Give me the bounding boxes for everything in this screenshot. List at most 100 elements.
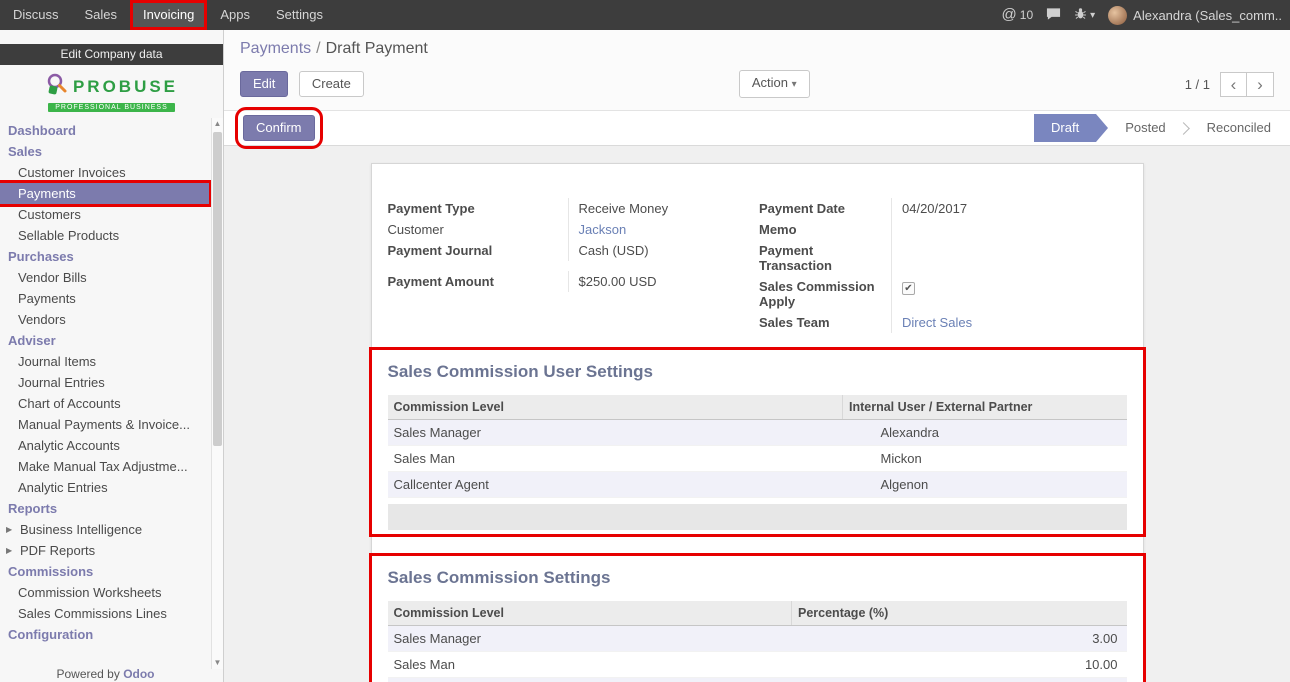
topbar-menu-apps[interactable]: Apps [207, 0, 263, 30]
sidebar-scrollbar[interactable]: ▲ ▼ [211, 118, 223, 669]
sidebar-item-sales-commissions-lines[interactable]: Sales Commissions Lines [0, 603, 223, 624]
scroll-down-icon[interactable]: ▼ [212, 657, 223, 669]
form-sheet: Payment TypeReceive MoneyCustomerJackson… [371, 163, 1144, 682]
field-row-payment-amount: Payment Amount$250.00 USD [388, 271, 758, 292]
sidebar-item-vendor-bills[interactable]: Vendor Bills [0, 267, 223, 288]
sidebar-item-label: Customer Invoices [18, 165, 126, 180]
caret-down-icon: ▾ [1090, 10, 1095, 21]
topbar-menu-invoicing[interactable]: Invoicing [130, 0, 207, 30]
form-right-group: Payment Date04/20/2017MemoPayment Transa… [757, 198, 1127, 333]
sidebar-item-chart-of-accounts[interactable]: Chart of Accounts [0, 393, 223, 414]
edit-button[interactable]: Edit [240, 71, 288, 97]
field-value-sales-commission-apply: ✔ [891, 276, 1127, 312]
sidebar-item-label: Payments [18, 291, 76, 306]
action-dropdown-button[interactable]: Action ▾ [739, 70, 810, 98]
topbar-menu-sales[interactable]: Sales [72, 0, 131, 30]
sidebar-item-label: Sales Commissions Lines [18, 606, 167, 621]
table-row[interactable]: Sales Manager3.00 [388, 626, 1127, 652]
edit-company-data-button[interactable]: Edit Company data [0, 44, 223, 65]
breadcrumb-separator: / [316, 40, 320, 57]
debug-menu-button[interactable]: ▾ [1074, 7, 1095, 23]
sidebar-item-label: Vendors [18, 312, 66, 327]
control-panel: Payments/Draft Payment Edit Create Actio… [224, 30, 1290, 111]
table-row[interactable]: Callcenter AgentAlgenon [388, 472, 1127, 498]
sidebar-item-commission-worksheets[interactable]: Commission Worksheets [0, 582, 223, 603]
cell: 7.00 [792, 678, 1127, 682]
sidebar-header-commissions: Commissions [0, 561, 223, 582]
sidebar-item-customer-invoices[interactable]: Customer Invoices [0, 162, 223, 183]
field-label-payment-journal: Payment Journal [388, 240, 568, 261]
table-row[interactable]: Sales Man10.00 [388, 652, 1127, 678]
commission-user-settings-table: Commission LevelInternal User / External… [388, 395, 1127, 498]
section-title-user-settings: Sales Commission User Settings [388, 362, 1127, 382]
status-reconciled[interactable]: Reconciled [1190, 114, 1288, 142]
column-header-commission-level: Commission Level [388, 601, 792, 626]
sidebar-header-purchases: Purchases [0, 246, 223, 267]
sidebar-item-sellable-products[interactable]: Sellable Products [0, 225, 223, 246]
cell: Sales Manager [388, 626, 792, 652]
mentions-button[interactable]: @ 10 [1002, 0, 1034, 30]
cell: Callcenter Agent [388, 678, 792, 682]
sidebar-item-label: Payments [18, 186, 76, 201]
sidebar-item-journal-entries[interactable]: Journal Entries [0, 372, 223, 393]
table-row[interactable]: Callcenter Agent7.00 [388, 678, 1127, 682]
field-value-payment-amount: $250.00 USD [568, 271, 758, 292]
sidebar-item-label: Journal Items [18, 354, 96, 369]
sidebar-item-vendors[interactable]: Vendors [0, 309, 223, 330]
form-left-group: Payment TypeReceive MoneyCustomerJackson… [388, 198, 758, 333]
cell: Alexandra [843, 420, 1127, 446]
topbar-menu-settings[interactable]: Settings [263, 0, 336, 30]
expand-arrow-icon: ▶ [6, 525, 16, 534]
cell: Sales Man [388, 446, 843, 472]
sidebar-item-business-intelligence[interactable]: ▶ Business Intelligence [0, 519, 223, 540]
link-direct-sales[interactable]: Direct Sales [902, 315, 972, 330]
link-jackson[interactable]: Jackson [579, 222, 627, 237]
sidebar-item-customers[interactable]: Customers [0, 204, 223, 225]
user-menu[interactable]: Alexandra (Sales_comm.. [1108, 6, 1282, 25]
field-row-payment-transaction: Payment Transaction [759, 240, 1127, 276]
commission-settings-section: Sales Commission Settings Commission Lev… [369, 553, 1146, 682]
sidebar-item-pdf-reports[interactable]: ▶PDF Reports [0, 540, 223, 561]
scroll-up-icon[interactable]: ▲ [212, 118, 223, 130]
status-draft[interactable]: Draft [1034, 114, 1096, 142]
status-posted[interactable]: Posted [1108, 114, 1182, 142]
messages-button[interactable] [1046, 7, 1061, 24]
topbar-menu-discuss[interactable]: Discuss [0, 0, 72, 30]
table-row[interactable]: Sales ManMickon [388, 446, 1127, 472]
field-label-payment-transaction: Payment Transaction [759, 240, 891, 276]
commission-settings-table: Commission LevelPercentage (%) Sales Man… [388, 601, 1127, 682]
pager-previous-button[interactable]: ‹ [1220, 72, 1247, 97]
table-header-row: Commission LevelPercentage (%) [388, 601, 1127, 626]
sidebar-item-label: Customers [18, 207, 81, 222]
column-header-percentage: Percentage (%) [792, 601, 1127, 626]
field-row-sales-team: Sales Team Direct Sales [759, 312, 1127, 333]
table-row[interactable]: Sales ManagerAlexandra [388, 420, 1127, 446]
sidebar-item-journal-items[interactable]: Journal Items [0, 351, 223, 372]
cell: Mickon [843, 446, 1127, 472]
scrollbar-thumb[interactable] [213, 132, 222, 446]
sidebar-item-manual-payments-invoice[interactable]: Manual Payments & Invoice... [0, 414, 223, 435]
probuse-logo-icon [45, 72, 69, 101]
sidebar-item-label: PDF Reports [20, 543, 95, 558]
field-label-payment-date: Payment Date [759, 198, 891, 219]
breadcrumb-parent[interactable]: Payments [240, 40, 311, 57]
topbar-right: @ 10 ▾ Alexandra (Sales_comm.. [1002, 0, 1290, 30]
sidebar-item-analytic-accounts[interactable]: Analytic Accounts [0, 435, 223, 456]
create-button[interactable]: Create [299, 71, 364, 97]
mention-count: 10 [1020, 8, 1033, 22]
cell: 10.00 [792, 652, 1127, 678]
field-label-payment-amount: Payment Amount [388, 271, 568, 292]
sidebar-item-payments[interactable]: Payments [0, 288, 223, 309]
odoo-brand-link[interactable]: Odoo [123, 667, 154, 681]
sidebar-item-label: Business Intelligence [20, 522, 142, 537]
pager-next-button[interactable]: › [1247, 72, 1274, 97]
sidebar-item-make-manual-tax-adjustme[interactable]: Make Manual Tax Adjustme... [0, 456, 223, 477]
confirm-button[interactable]: Confirm [243, 115, 315, 141]
breadcrumb: Payments/Draft Payment [240, 39, 1274, 59]
sidebar-item-analytic-entries[interactable]: Analytic Entries [0, 477, 223, 498]
user-avatar [1108, 6, 1127, 25]
sidebar-item-payments[interactable]: Payments [0, 183, 209, 204]
sidebar-header-sales: Sales [0, 141, 223, 162]
field-label-sales-team: Sales Team [759, 312, 891, 333]
sales-commission-apply-checkbox[interactable]: ✔ [902, 282, 915, 295]
